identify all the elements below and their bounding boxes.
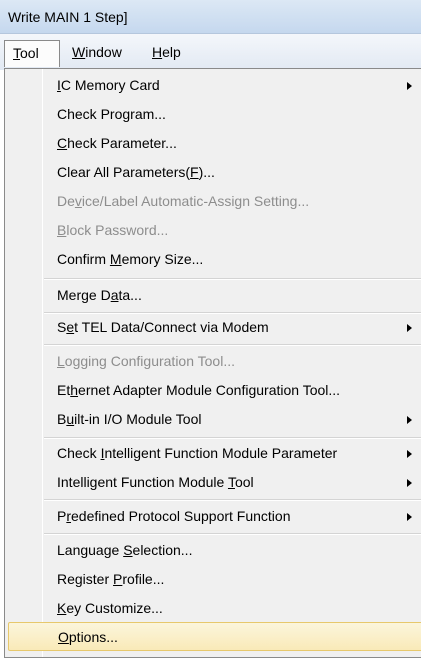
menu-item-predefined-protocol-support[interactable]: Predefined Protocol Support Function [5, 502, 421, 531]
menu-item-clear-all-parameters[interactable]: Clear All Parameters(F)... [5, 158, 421, 187]
menu-tool[interactable]: Tool [4, 40, 60, 67]
menu-window[interactable]: Window [65, 40, 129, 67]
menu-item-intelligent-function-module-tool[interactable]: Intelligent Function Module Tool [5, 468, 421, 497]
menu-item-check-intelligent-function-param[interactable]: Check Intelligent Function Module Parame… [5, 439, 421, 468]
submenu-arrow-icon [407, 513, 412, 521]
menu-separator [44, 499, 421, 501]
menu-bar: Tool Window Help [0, 34, 421, 70]
window-title: Write MAIN 1 Step] [8, 9, 128, 25]
menu-help[interactable]: Help [145, 40, 188, 67]
menu-item-check-parameter[interactable]: Check Parameter... [5, 129, 421, 158]
menu-item-key-customize[interactable]: Key Customize... [5, 594, 421, 623]
menu-item-register-profile[interactable]: Register Profile... [5, 565, 421, 594]
menu-item-language-selection[interactable]: Language Selection... [5, 536, 421, 565]
submenu-arrow-icon [407, 450, 412, 458]
menu-item-merge-data[interactable]: Merge Data... [5, 281, 421, 310]
submenu-arrow-icon [407, 479, 412, 487]
menu-separator [44, 344, 421, 346]
menu-item-ic-memory-card[interactable]: IC Memory Card [5, 71, 421, 100]
submenu-arrow-icon [407, 416, 412, 424]
menu-item-ethernet-adapter-tool[interactable]: Ethernet Adapter Module Configuration To… [5, 376, 421, 405]
menu-separator [44, 533, 421, 535]
menu-item-block-password: Block Password... [57, 222, 169, 238]
menu-item-confirm-memory-size[interactable]: Confirm Memory Size... [5, 245, 421, 274]
menu-item-builtin-io-module-tool[interactable]: Built-in I/O Module Tool [5, 405, 421, 434]
window-title-bar: Write MAIN 1 Step] [0, 0, 421, 34]
menu-item-device-label-auto-assign: Device/Label Automatic-Assign Setting... [57, 193, 310, 209]
menu-item-logging-configuration-tool: Logging Configuration Tool... [57, 353, 235, 369]
menu-separator [44, 278, 421, 280]
tool-menu-dropdown: IC Memory Card Check Program... Check Pa… [4, 68, 421, 658]
menu-item-options[interactable]: Options... [8, 622, 421, 651]
menu-item-check-program[interactable]: Check Program... [5, 100, 421, 129]
submenu-arrow-icon [407, 324, 412, 332]
menu-item-set-tel-data[interactable]: Set TEL Data/Connect via Modem [5, 313, 421, 342]
submenu-arrow-icon [407, 82, 412, 90]
